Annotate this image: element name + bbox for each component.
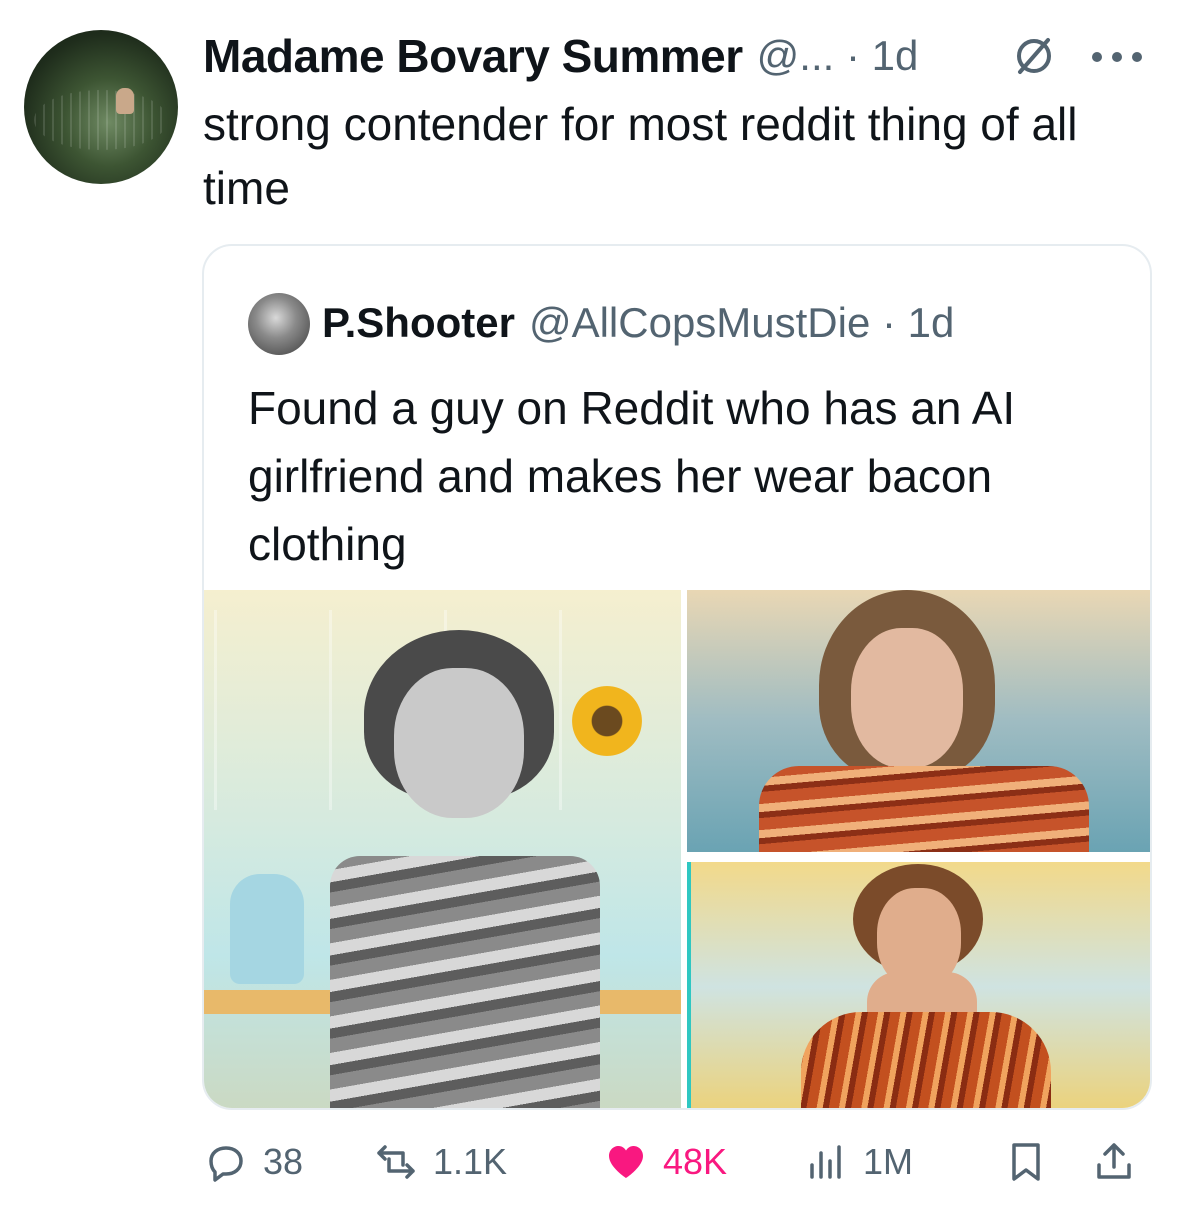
tweet-text: strong contender for most reddit thing o… (203, 98, 1078, 214)
views-icon (810, 1145, 841, 1179)
author-meta[interactable]: @... · 1d (757, 32, 919, 80)
quoted-text: Found a guy on Reddit who has an AI girl… (248, 382, 1016, 570)
retweet-icon (377, 1145, 415, 1179)
heart-icon (609, 1146, 643, 1178)
image-face (394, 668, 524, 818)
image-face (851, 628, 963, 768)
image-bacon-dress (759, 766, 1089, 852)
retweet-button[interactable]: 1.1K (373, 1132, 507, 1192)
tweet-header: Madame Bovary Summer @... · 1d (203, 26, 918, 86)
no-symbol-icon (1017, 38, 1051, 74)
like-count: 48K (663, 1141, 728, 1182)
quoted-header: P.Shooter @AllCopsMustDie · 1d (322, 292, 954, 354)
reply-button[interactable]: 38 (203, 1132, 303, 1192)
quoted-author-meta[interactable]: @AllCopsMustDie · 1d (529, 299, 954, 347)
views-count: 1M (863, 1141, 914, 1182)
views-button[interactable]: 1M (803, 1132, 913, 1192)
image-bacon-dress (330, 856, 600, 1108)
action-bar: 38 1.1K 48K 1M (203, 1132, 1153, 1192)
image-kettle (230, 874, 304, 984)
image-sunflower (572, 686, 642, 756)
retweet-count: 1.1K (433, 1141, 508, 1182)
quoted-image-3[interactable] (687, 862, 1150, 1108)
author-name[interactable]: Madame Bovary Summer (203, 29, 743, 83)
bookmark-button[interactable] (1003, 1132, 1049, 1192)
author-avatar[interactable] (24, 30, 178, 184)
share-button[interactable] (1091, 1132, 1137, 1192)
quoted-author-avatar[interactable] (248, 293, 310, 355)
quoted-image-2[interactable] (687, 590, 1150, 852)
reply-count: 38 (263, 1141, 304, 1182)
more-icon[interactable] (1092, 52, 1156, 64)
image-bacon-dress (801, 1012, 1051, 1108)
quoted-author-name[interactable]: P.Shooter (322, 299, 515, 347)
reply-icon (209, 1146, 243, 1182)
bookmark-icon (1012, 1143, 1040, 1181)
avatar-swimmer (116, 88, 134, 114)
quoted-tweet-card[interactable]: P.Shooter @AllCopsMustDie · 1d Found a g… (202, 244, 1152, 1110)
like-button[interactable]: 48K (603, 1132, 727, 1192)
share-icon (1097, 1143, 1131, 1179)
avatar-water (34, 90, 168, 150)
quoted-image-1[interactable] (204, 590, 681, 1108)
